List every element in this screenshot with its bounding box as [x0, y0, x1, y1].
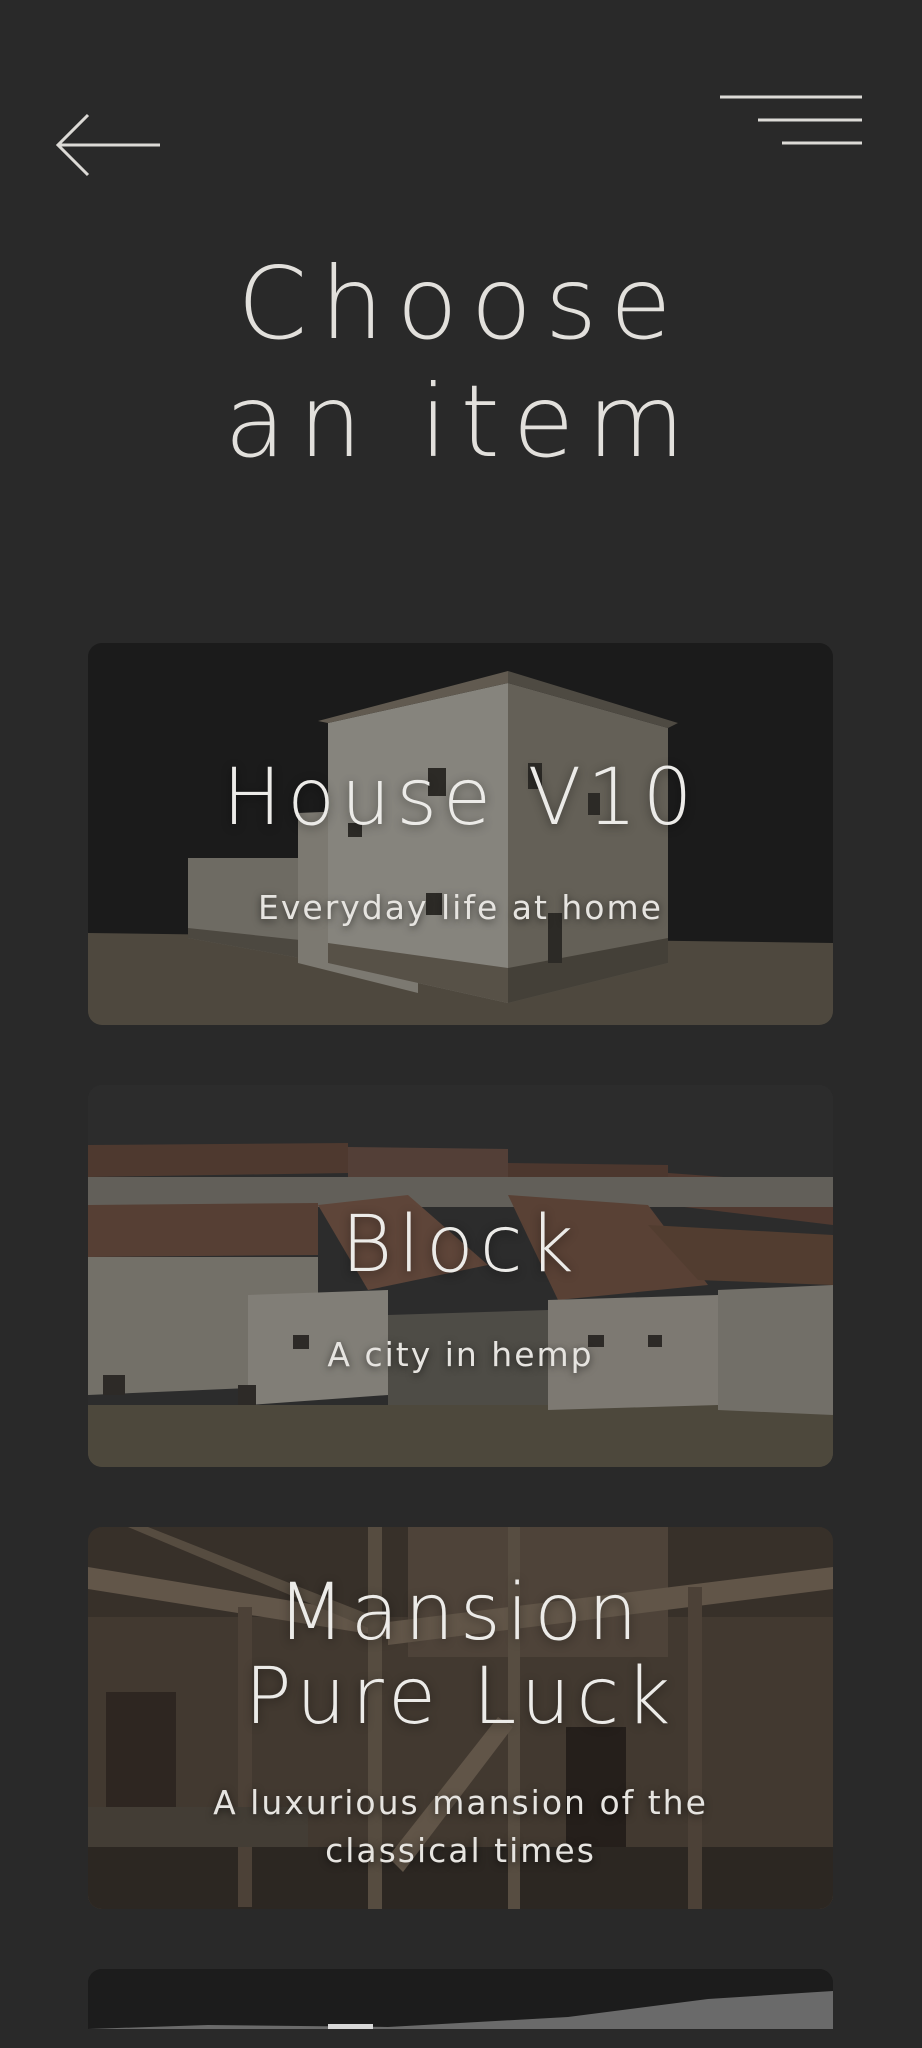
item-card-partial[interactable] — [88, 1969, 833, 2029]
card-subtitle-line1: A luxurious mansion of the — [213, 1783, 708, 1822]
card-title-line2: Pure Luck — [244, 1652, 677, 1742]
card-subtitle: A luxurious mansion of the classical tim… — [213, 1779, 708, 1875]
card-subtitle: Everyday life at home — [258, 888, 663, 927]
menu-button[interactable] — [710, 85, 870, 155]
hamburger-menu-icon — [720, 95, 862, 145]
card-title: House V10 — [222, 753, 699, 843]
card-subtitle: A city in hemp — [327, 1335, 594, 1374]
item-card-block[interactable]: Block A city in hemp — [88, 1085, 833, 1467]
card-content: House V10 Everyday life at home — [88, 643, 833, 1025]
page-title-line2: an item — [224, 363, 698, 480]
item-card-mansion-pure-luck[interactable]: Mansion Pure Luck A luxurious mansion of… — [88, 1527, 833, 1909]
card-content: Mansion Pure Luck A luxurious mansion of… — [88, 1527, 833, 1909]
card-content: Block A city in hemp — [88, 1085, 833, 1467]
back-button[interactable] — [50, 105, 170, 185]
partial-card-image — [88, 1969, 833, 2029]
page-title: Choose an item — [0, 245, 922, 481]
arrow-left-icon — [55, 113, 160, 177]
page-title-line1: Choose — [237, 245, 685, 362]
item-card-house-v10[interactable]: House V10 Everyday life at home — [88, 643, 833, 1025]
card-title-line1: Mansion — [277, 1568, 644, 1658]
card-title: Mansion Pure Luck — [245, 1571, 677, 1739]
card-title: Block — [341, 1200, 580, 1290]
card-subtitle-line2: classical times — [325, 1831, 596, 1870]
